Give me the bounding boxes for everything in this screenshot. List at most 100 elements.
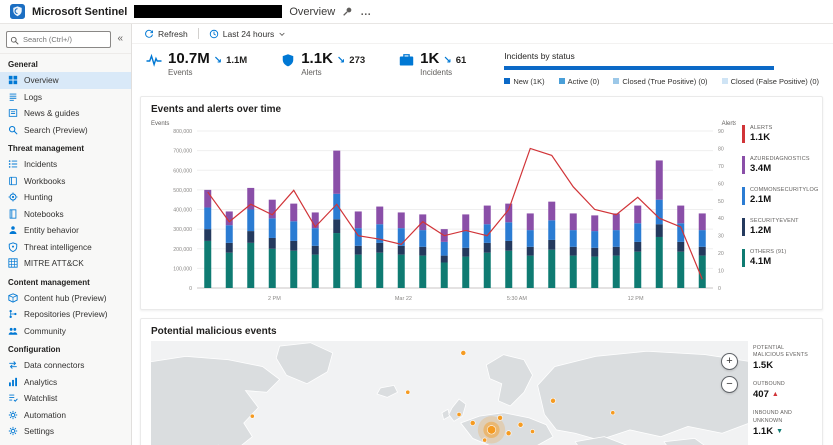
status-swatch-icon (722, 78, 728, 84)
map-legend-label: INBOUND AND UNKNOWN (753, 410, 812, 424)
svg-text:5:30 AM: 5:30 AM (507, 296, 528, 302)
legend-label: SECURITYEVENT (750, 218, 812, 224)
collapse-sidebar-button[interactable]: « (115, 33, 125, 44)
map-legend-item-inbound-and-unknown: INBOUND AND UNKNOWN1.1K▼ (753, 410, 812, 436)
status-legend-item: Closed (False Positive) (0) (722, 77, 819, 86)
stat-label: Alerts (301, 68, 365, 77)
chart-legend-item-commonsecuritylog: COMMONSECURITYLOG2.1M (742, 187, 812, 205)
time-range-selector[interactable]: Last 24 hours (209, 29, 287, 39)
sidebar-item-analytics[interactable]: Analytics (0, 374, 131, 391)
sidebar-item-content-hub-preview[interactable]: Content hub (Preview) (0, 290, 131, 307)
sidebar-item-hunting[interactable]: Hunting (0, 189, 131, 206)
map-legend-value: 407▲ (753, 389, 812, 400)
sidebar-section-title-configuration: Configuration (0, 339, 131, 357)
incidents-status-legend: New (1K) Active (0) Closed (True Positive)… (504, 76, 819, 86)
sidebar-item-label: Data connectors (24, 360, 84, 370)
stat-delta: 1.1M (226, 55, 247, 66)
redacted-workspace-name (134, 5, 282, 18)
status-label: Closed (True Positive) (0) (622, 77, 707, 86)
sidebar-item-entity-behavior[interactable]: Entity behavior (0, 222, 131, 239)
legend-label: OTHERS (91) (750, 249, 812, 255)
svg-text:50: 50 (718, 199, 724, 205)
chart-legend-item-securityevent: SECURITYEVENT1.2M (742, 218, 812, 236)
svg-text:80: 80 (718, 146, 724, 152)
sidebar-item-watchlist[interactable]: Watchlist (0, 390, 131, 407)
sidebar-item-data-connectors[interactable]: Data connectors (0, 357, 131, 374)
svg-text:Alerts: Alerts (722, 121, 736, 127)
incidents-icon (399, 53, 414, 77)
incidents-status-bar (504, 66, 774, 70)
zoom-in-button[interactable]: + (721, 353, 738, 370)
sidebar-item-search-preview[interactable]: Search (Preview) (0, 122, 131, 139)
sidebar-item-label: Community (24, 326, 66, 336)
clock-icon (209, 29, 219, 39)
legend-label: ALERTS (750, 125, 812, 131)
sidebar-item-news-guides[interactable]: News & guides (0, 105, 131, 122)
incidents-by-status-title: Incidents by status (504, 51, 819, 61)
svg-text:500,000: 500,000 (173, 188, 192, 194)
hunting-icon (8, 192, 18, 202)
news-icon (8, 108, 18, 118)
pin-icon[interactable] (342, 6, 353, 17)
world-map[interactable]: + − (151, 341, 748, 445)
legend-value: 2.1M (750, 194, 812, 205)
svg-text:70: 70 (718, 164, 724, 170)
mitre-icon (8, 258, 18, 268)
sidebar-item-workbooks[interactable]: Workbooks (0, 173, 131, 190)
sidebar-item-label: Repositories (Preview) (24, 309, 107, 319)
sidebar-item-incidents[interactable]: Incidents (0, 156, 131, 173)
sidebar-item-label: Entity behavior (24, 225, 79, 235)
overview-icon (8, 75, 18, 85)
status-legend-item: New (1K) (504, 77, 544, 86)
sidebar-item-mitre-att-ck[interactable]: MITRE ATT&CK (0, 255, 131, 272)
zoom-out-button[interactable]: − (721, 376, 738, 393)
sidebar-item-label: Automation (24, 410, 66, 420)
sidebar-item-repositories-preview[interactable]: Repositories (Preview) (0, 306, 131, 323)
map-legend: POTENTIAL MALICIOUS EVENTS1.5KOUTBOUND40… (748, 345, 812, 445)
sidebar-item-settings[interactable]: Settings (0, 423, 131, 440)
time-range-label: Last 24 hours (223, 29, 275, 39)
map-title: Potential malicious events (151, 326, 812, 337)
map-legend-item-outbound: OUTBOUND407▲ (753, 381, 812, 400)
sidebar-item-label: Workbooks (24, 176, 65, 186)
analytics-icon (8, 377, 18, 387)
sidebar-item-label: Logs (24, 92, 42, 102)
svg-text:2 PM: 2 PM (268, 296, 281, 302)
stat-delta: 273 (349, 55, 365, 66)
sidebar-item-notebooks[interactable]: Notebooks (0, 206, 131, 223)
sidebar-item-label: Content hub (Preview) (24, 293, 107, 303)
sidebar: « GeneralOverview Logs News & guidesSearch… (0, 24, 132, 445)
stat-alerts[interactable]: 1.1K ↘ 273 Alerts (281, 50, 365, 77)
status-label: Active (0) (568, 77, 600, 86)
top-app-bar: Microsoft Sentinel Overview … (0, 0, 833, 24)
status-swatch-icon (613, 78, 619, 84)
refresh-button[interactable]: Refresh (144, 29, 188, 39)
events-alerts-chart: EventsAlerts0100,000200,000300,000400,00… (151, 117, 736, 302)
chart-legend-item-azurediagnostics: AZUREDIAGNOSTICS3.4M (742, 156, 812, 174)
main-content: Refresh Last 24 hours 10.7M (132, 24, 833, 445)
svg-text:Events: Events (151, 121, 169, 127)
stat-value: 1.1K (301, 50, 333, 67)
trend-down-arrow-icon: ↘ (337, 55, 345, 66)
map-zoom-controls: + − (721, 353, 738, 393)
command-bar: Refresh Last 24 hours (132, 24, 833, 44)
page-title: Overview (289, 6, 335, 18)
sidebar-item-automation[interactable]: Automation (0, 407, 131, 424)
repositories-icon (8, 309, 18, 319)
stat-incidents[interactable]: 1K ↘ 61 Incidents (399, 50, 466, 77)
incidents-by-status: Incidents by status New (1K) Active (0) Cl… (504, 50, 819, 86)
sidebar-item-threat-intelligence[interactable]: Threat intelligence (0, 239, 131, 256)
sidebar-section-title-general: General (0, 54, 131, 72)
sidebar-item-label: Watchlist (24, 393, 57, 403)
stat-events[interactable]: 10.7M ↘ 1.1M Events (146, 50, 247, 77)
sidebar-section-title-threat-management: Threat management (0, 138, 131, 156)
sidebar-search-input[interactable] (6, 31, 111, 48)
sidebar-item-overview[interactable]: Overview (0, 72, 131, 89)
legend-value: 1.1K (750, 132, 812, 143)
more-options-button[interactable]: … (360, 6, 372, 18)
chart-legend: ALERTS1.1K AZUREDIAGNOSTICS3.4M COMMONSECU… (736, 125, 812, 302)
automation-icon (8, 410, 18, 420)
sidebar-item-community[interactable]: Community (0, 323, 131, 340)
threat-intelligence-icon (8, 242, 18, 252)
sidebar-item-logs[interactable]: Logs (0, 89, 131, 106)
